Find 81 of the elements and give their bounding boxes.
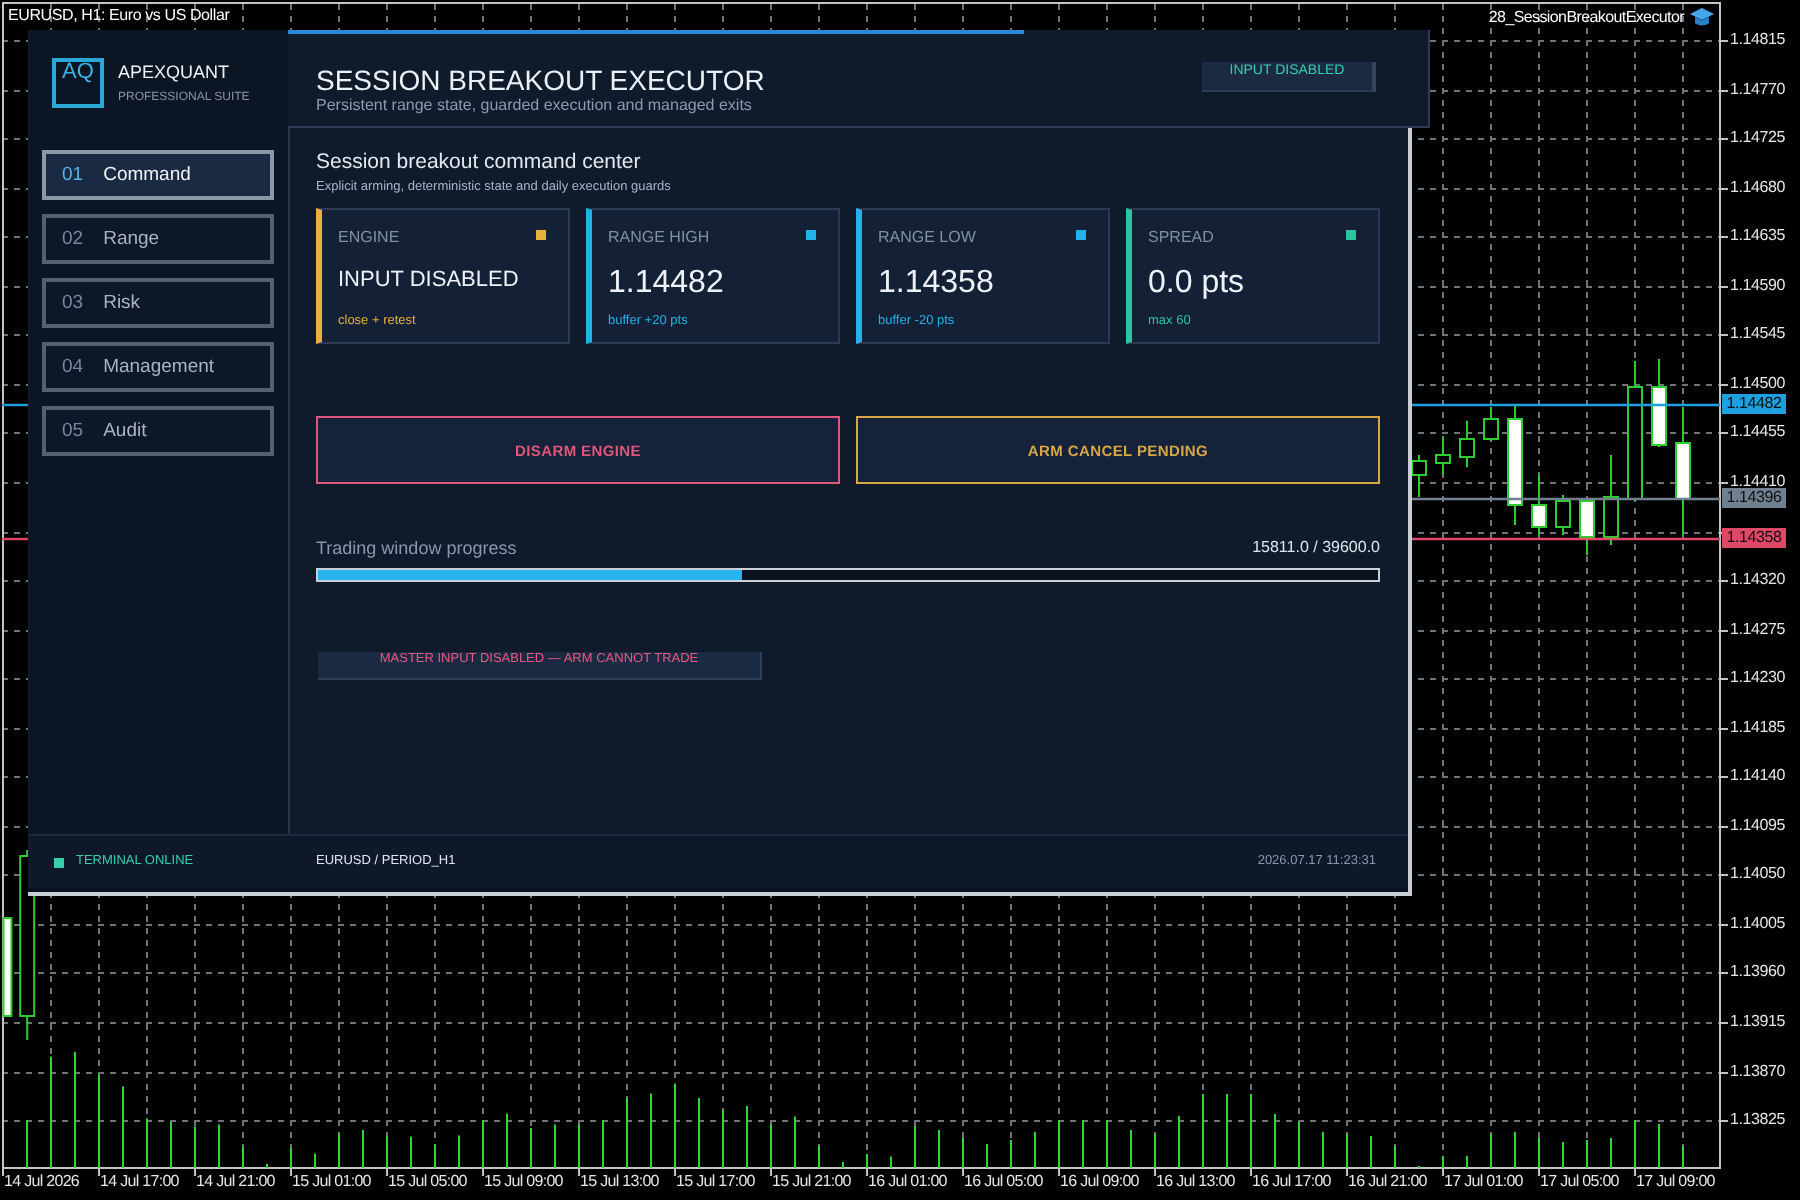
nav-tab[interactable]: 03 Risk [42,278,274,328]
price-tag: 1.14396 [1722,488,1786,509]
time-label: 15 Jul 13:00 [580,1172,659,1192]
price-label: 1.14320 [1730,572,1786,589]
candlestick [1651,358,1667,448]
chart-title: EURUSD, H1: Euro vs US Dollar [8,6,230,26]
price-label: 1.14815 [1730,32,1786,48]
price-label: 1.14725 [1730,130,1786,147]
candlestick [1675,406,1691,536]
time-label: 14 Jul 2026 [4,1172,80,1192]
expert-name: 28_SessionBreakoutExecutor [1488,8,1684,28]
card-label: RANGE HIGH [608,228,712,248]
time-label: 15 Jul 05:00 [388,1172,467,1192]
graduation-cap-icon[interactable] [1690,8,1714,28]
panel-title: SESSION BREAKOUT EXECUTOR [316,64,765,96]
time-label: 16 Jul 01:00 [868,1172,947,1192]
price-label: 1.14005 [1730,915,1786,932]
price-level-line [2,403,28,407]
card-label: ENGINE [338,228,402,248]
progress-reading: 15811.0 / 39600.0 [1252,536,1380,560]
nav-tab[interactable]: 02 Range [42,214,274,264]
time-label: 15 Jul 17:00 [676,1172,755,1192]
price-label: 1.14140 [1730,768,1786,785]
price-label: 1.14275 [1730,621,1786,638]
time-label: 16 Jul 21:00 [1348,1172,1427,1192]
price-tag: 1.14358 [1722,528,1786,549]
candlestick [1555,494,1571,536]
candlestick [1603,454,1619,546]
candlestick [1459,420,1475,468]
price-label: 1.13960 [1730,964,1786,981]
price-label: 1.14185 [1730,719,1786,736]
price-label: 1.14050 [1730,866,1786,883]
candlestick [1435,436,1451,476]
time-label: 16 Jul 17:00 [1252,1172,1331,1192]
time-label: 14 Jul 21:00 [196,1172,275,1192]
card-value: 1.14358 [878,266,996,302]
progress-label: Trading window progress [316,536,517,560]
price-label: 1.14230 [1730,670,1786,687]
price-label: 1.14680 [1730,179,1786,196]
candlestick [1483,406,1499,442]
time-label: 15 Jul 09:00 [484,1172,563,1192]
nav-tab[interactable]: 05 Audit [42,406,274,456]
nav-tab[interactable]: 04 Management [42,342,274,392]
time-label: 15 Jul 01:00 [292,1172,371,1192]
time-label: 17 Jul 09:00 [1636,1172,1715,1192]
card-value: 0.0 pts [1148,266,1247,302]
price-label: 1.14545 [1730,326,1786,343]
candlestick [1627,360,1643,502]
price-label: 1.14095 [1730,817,1786,834]
time-label: 14 Jul 17:00 [100,1172,179,1192]
time-label: 17 Jul 05:00 [1540,1172,1619,1192]
card-label: RANGE LOW [878,228,978,248]
nav-tab[interactable]: 01 Command [42,150,274,200]
price-label: 1.14770 [1730,81,1786,98]
card-value: INPUT DISABLED [338,268,521,292]
price-label: 1.13915 [1730,1014,1786,1030]
price-tag: 1.14482 [1722,393,1786,414]
price-label: 1.14635 [1730,228,1786,245]
panel-subtitle: Persistent range state, guarded execution and managed exits [316,96,754,116]
price-level-line [2,537,28,541]
brand-name: APEXQUANT [118,62,232,84]
price-label: 1.14455 [1730,424,1786,441]
time-label: 16 Jul 05:00 [964,1172,1043,1192]
brand-logo: AQ [52,58,104,108]
price-label: 1.13870 [1730,1063,1786,1080]
time-label: 16 Jul 13:00 [1156,1172,1235,1192]
section-title: Session breakout command center [316,150,643,176]
price-label: 1.14590 [1730,277,1786,294]
candlestick [1507,404,1523,526]
time-label: 16 Jul 09:00 [1060,1172,1139,1192]
card-label: SPREAD [1148,228,1216,248]
price-label: 1.14500 [1730,375,1786,392]
card-value: 1.14482 [608,266,726,302]
candlestick [1411,454,1427,498]
candlestick [1531,474,1547,536]
price-label: 1.13825 [1730,1112,1786,1129]
time-label: 15 Jul 21:00 [772,1172,851,1192]
candlestick [1579,500,1595,556]
candlestick [2,917,13,1017]
time-label: 17 Jul 01:00 [1444,1172,1523,1192]
price-label: 1.14410 [1730,473,1786,490]
